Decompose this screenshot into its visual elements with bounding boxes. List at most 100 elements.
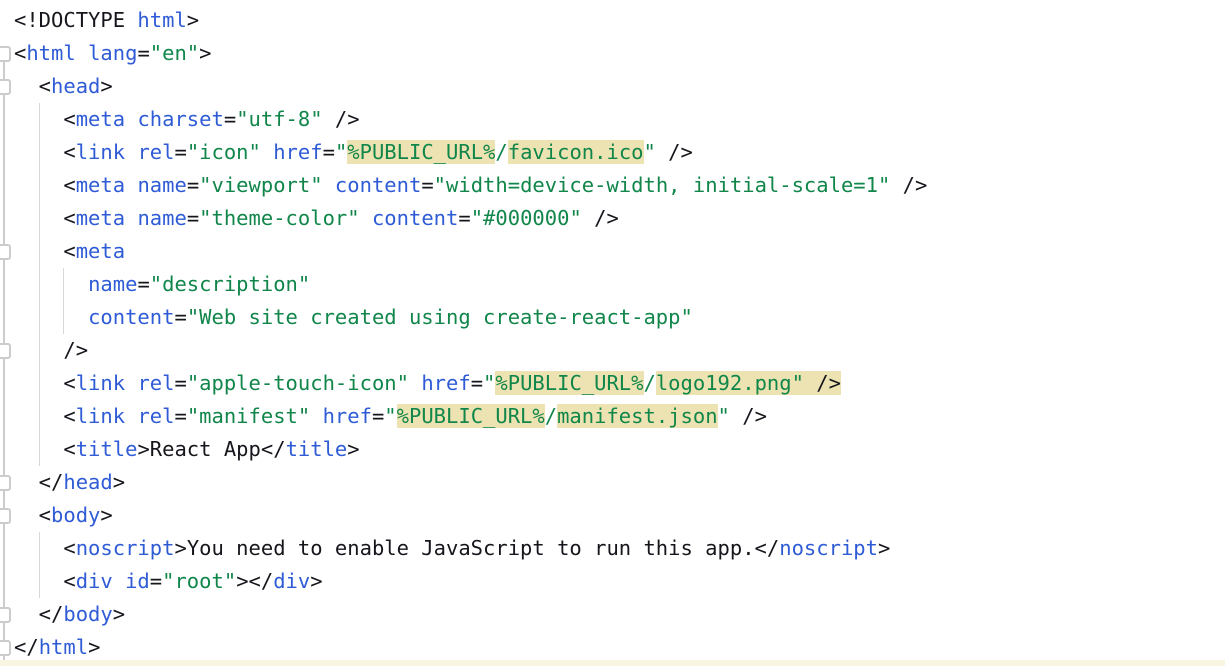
code-token: < [14,536,76,560]
code-token: < [14,404,76,428]
code-line-7[interactable]: <meta name="theme-color" content="#00000… [0,202,1225,235]
fold-marker[interactable] [0,343,11,359]
code-line-14[interactable]: <title>React App</title> [0,433,1225,466]
code-token: = [174,140,186,164]
code-token: / [545,404,557,428]
code-token: href [421,371,470,395]
code-token: > [878,536,890,560]
code-area[interactable]: <!DOCTYPE html><html lang="en"> <head> <… [0,4,1225,664]
highlighted-token: /> [804,371,841,395]
code-token [125,107,137,131]
code-token: content [372,206,458,230]
code-token [360,206,372,230]
code-token: body [51,503,100,527]
code-token: ></ [236,569,273,593]
code-token: = [137,272,149,296]
code-token: name [88,272,137,296]
code-token: rel [137,371,174,395]
code-line-16[interactable]: <body> [0,499,1225,532]
highlighted-token: " [792,371,804,395]
code-token: > [199,41,211,65]
code-token: / [644,371,656,395]
code-token: > [187,8,199,32]
code-token: "manifest" [187,404,310,428]
code-token: html [137,8,186,32]
code-token: href [273,140,322,164]
code-token: href [323,404,372,428]
fold-marker[interactable] [0,244,11,260]
code-line-11[interactable]: /> [0,334,1225,367]
code-token: "root" [162,569,236,593]
code-token: title [286,437,348,461]
code-token: "icon" [187,140,261,164]
highlighted-line-band [0,660,1225,666]
code-token: div [273,569,310,593]
code-token: html [26,41,75,65]
code-token: name [137,173,186,197]
code-line-10[interactable]: content="Web site created using create-r… [0,301,1225,334]
code-token: body [63,602,112,626]
code-token: > [100,74,112,98]
fold-marker[interactable] [0,475,11,491]
code-token: /> [14,338,88,362]
highlighted-token: %PUBLIC_URL% [347,140,495,164]
code-token: > [174,536,186,560]
code-line-17[interactable]: <noscript>You need to enable JavaScript … [0,532,1225,565]
code-token: html [39,635,88,659]
code-token: " [644,140,656,164]
code-token: = [174,404,186,428]
code-token: </ [261,437,286,461]
code-token: > [88,635,100,659]
fold-marker[interactable] [0,79,11,95]
code-token: > [347,437,359,461]
code-token: "utf-8" [236,107,322,131]
code-token: link [76,140,125,164]
code-token: < [14,173,76,197]
code-token: rel [137,140,174,164]
fold-marker[interactable] [0,640,11,656]
code-token [14,272,88,296]
fold-marker[interactable] [0,607,11,623]
code-token: = [372,404,384,428]
code-token: = [137,41,149,65]
code-token: = [224,107,236,131]
code-token [409,371,421,395]
code-line-4[interactable]: <meta charset="utf-8" /> [0,103,1225,136]
highlighted-token: manifest.json [557,404,717,428]
code-line-1[interactable]: <!DOCTYPE html> [0,4,1225,37]
code-line-6[interactable]: <meta name="viewport" content="width=dev… [0,169,1225,202]
code-token: charset [137,107,223,131]
code-line-12[interactable]: <link rel="apple-touch-icon" href="%PUBL… [0,367,1225,400]
code-token: > [137,437,149,461]
code-line-15[interactable]: </head> [0,466,1225,499]
code-token: </ [14,602,63,626]
code-line-13[interactable]: <link rel="manifest" href="%PUBLIC_URL%/… [0,400,1225,433]
code-token: " [483,371,495,395]
code-line-3[interactable]: <head> [0,70,1225,103]
code-token: <!DOCTYPE [14,8,137,32]
fold-marker[interactable] [0,46,11,62]
highlighted-token: favicon.ico [508,140,644,164]
code-token: content [335,173,421,197]
code-token [125,404,137,428]
code-line-8[interactable]: <meta [0,235,1225,268]
code-token: = [187,173,199,197]
code-token: < [14,140,76,164]
code-token: "width=device-width, initial-scale=1" [434,173,891,197]
code-token: < [14,41,26,65]
code-token: " [718,404,730,428]
code-token: content [88,305,174,329]
code-token [125,140,137,164]
code-token: name [137,206,186,230]
code-line-9[interactable]: name="description" [0,268,1225,301]
code-token: = [323,140,335,164]
code-line-18[interactable]: <div id="root"></div> [0,565,1225,598]
code-token: < [14,74,51,98]
code-line-2[interactable]: <html lang="en"> [0,37,1225,70]
code-token: You need to enable JavaScript to run thi… [187,536,755,560]
code-line-19[interactable]: </body> [0,598,1225,631]
code-token: /> [582,206,619,230]
code-line-5[interactable]: <link rel="icon" href="%PUBLIC_URL%/favi… [0,136,1225,169]
fold-marker[interactable] [0,508,11,524]
code-editor[interactable]: <!DOCTYPE html><html lang="en"> <head> <… [0,0,1225,666]
